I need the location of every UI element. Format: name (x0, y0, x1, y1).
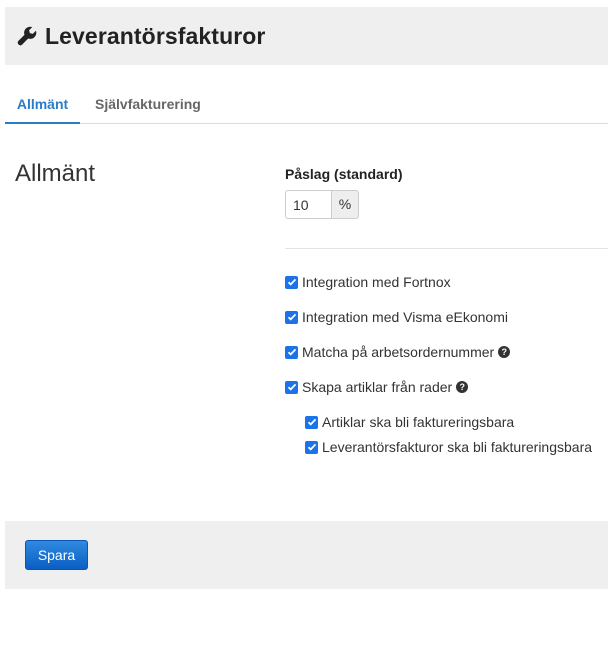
tab-bar: Allmänt Självfakturering (5, 88, 608, 124)
suboption-articles-billable[interactable]: Artiklar ska bli faktureringsbara (305, 414, 514, 430)
markup-label: Påslag (standard) (285, 166, 403, 182)
option-label: Matcha på arbetsordernummer (302, 344, 495, 360)
option-fortnox[interactable]: Integration med Fortnox (285, 274, 451, 290)
checkbox-visma[interactable] (285, 310, 298, 324)
option-label: Leverantörsfakturor ska bli fakturerings… (322, 439, 593, 455)
option-visma[interactable]: Integration med Visma eEkonomi (285, 309, 508, 325)
page-header: Leverantörsfakturor (5, 7, 608, 65)
percent-addon: % (331, 190, 359, 219)
wrench-icon (16, 25, 38, 47)
option-label: Skapa artiklar från rader (302, 379, 453, 395)
section-title: Allmänt (15, 160, 96, 187)
tab-allmant[interactable]: Allmänt (5, 88, 80, 124)
form-footer: Spara (5, 521, 608, 589)
checkbox-create-articles[interactable] (285, 380, 298, 394)
option-create-articles[interactable]: Skapa artiklar från rader ? (285, 379, 469, 395)
tab-sjalvfakturering[interactable]: Självfakturering (95, 88, 201, 124)
suboption-invoices-billable[interactable]: Leverantörsfakturor ska bli fakturerings… (305, 439, 592, 455)
save-button[interactable]: Spara (25, 540, 88, 570)
divider (285, 248, 608, 249)
option-match-workorder[interactable]: Matcha på arbetsordernummer ? (285, 344, 511, 360)
checkbox-articles-billable[interactable] (305, 415, 318, 429)
help-icon[interactable]: ? (456, 381, 469, 393)
markup-input[interactable] (285, 190, 331, 219)
markup-input-group: % (285, 190, 359, 219)
page-title: Leverantörsfakturor (45, 22, 266, 49)
checkbox-invoices-billable[interactable] (305, 440, 318, 454)
checkbox-match-workorder[interactable] (285, 345, 298, 359)
checkbox-fortnox[interactable] (285, 275, 298, 289)
option-label: Integration med Visma eEkonomi (302, 309, 508, 325)
option-label: Integration med Fortnox (302, 274, 451, 290)
option-label: Artiklar ska bli faktureringsbara (322, 414, 515, 430)
help-icon[interactable]: ? (498, 346, 511, 358)
